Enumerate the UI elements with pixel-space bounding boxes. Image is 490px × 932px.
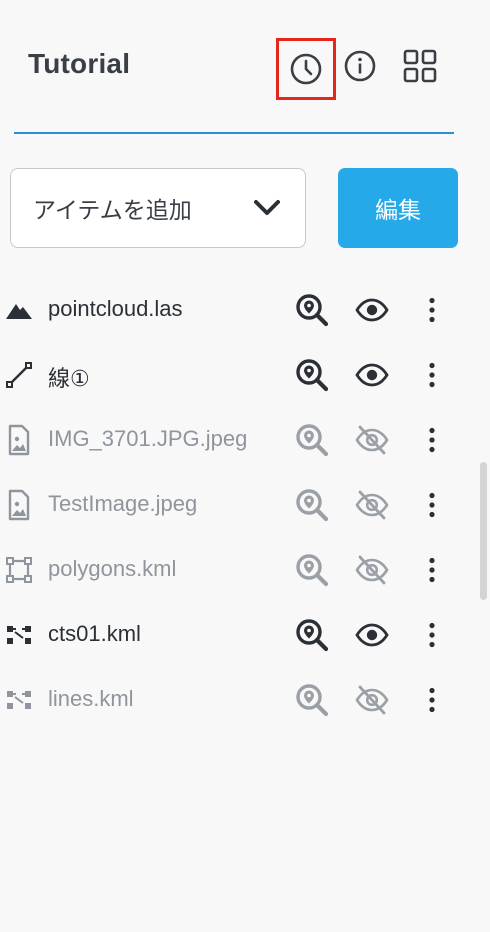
- item-name: lines.kml: [48, 686, 134, 711]
- chevron-down-icon: [254, 200, 280, 215]
- grid-icon: [403, 49, 437, 83]
- item-name: pointcloud.las: [48, 296, 183, 321]
- eye-off-icon[interactable]: [354, 552, 390, 588]
- edit-button[interactable]: 編集: [338, 168, 458, 248]
- points-icon: [4, 683, 34, 717]
- history-button[interactable]: [276, 38, 336, 100]
- add-item-dropdown[interactable]: アイテムを追加: [10, 168, 306, 248]
- more-options-icon[interactable]: [418, 682, 446, 718]
- header-divider: [14, 132, 454, 134]
- list-item[interactable]: lines.kml: [0, 668, 470, 733]
- scrollbar[interactable]: [480, 462, 487, 600]
- zoom-to-location-icon[interactable]: [294, 552, 330, 588]
- eye-off-icon[interactable]: [354, 487, 390, 523]
- item-name: TestImage.jpeg: [48, 491, 198, 516]
- zoom-to-location-icon[interactable]: [294, 487, 330, 523]
- eye-icon[interactable]: [354, 292, 390, 328]
- info-button[interactable]: [340, 44, 380, 88]
- list-item[interactable]: 線①: [0, 343, 470, 408]
- mountain-icon: [4, 293, 34, 327]
- eye-icon[interactable]: [354, 357, 390, 393]
- zoom-to-location-icon[interactable]: [294, 617, 330, 653]
- zoom-to-location-icon[interactable]: [294, 422, 330, 458]
- more-options-icon[interactable]: [418, 552, 446, 588]
- more-options-icon[interactable]: [418, 487, 446, 523]
- page-title: Tutorial: [28, 48, 131, 79]
- polygon-icon: [4, 553, 34, 587]
- more-options-icon[interactable]: [418, 422, 446, 458]
- zoom-to-location-icon[interactable]: [294, 292, 330, 328]
- item-name: 線①: [48, 366, 90, 391]
- list-item[interactable]: TestImage.jpeg: [0, 473, 470, 538]
- zoom-to-location-icon[interactable]: [294, 682, 330, 718]
- points-icon: [4, 618, 34, 652]
- image-icon: [4, 423, 34, 457]
- info-icon: [344, 50, 376, 82]
- add-item-label: アイテムを追加: [33, 197, 192, 223]
- grid-view-button[interactable]: [400, 44, 440, 88]
- item-name: IMG_3701.JPG.jpeg: [48, 426, 248, 451]
- item-name: polygons.kml: [48, 556, 177, 581]
- history-icon: [290, 53, 322, 85]
- eye-off-icon[interactable]: [354, 422, 390, 458]
- eye-off-icon[interactable]: [354, 682, 390, 718]
- more-options-icon[interactable]: [418, 617, 446, 653]
- list-item[interactable]: cts01.kml: [0, 603, 470, 668]
- item-list: pointcloud.las 線① IMG_3701.JPG.jpeg TestIma…: [0, 278, 470, 733]
- more-options-icon[interactable]: [418, 292, 446, 328]
- zoom-to-location-icon[interactable]: [294, 357, 330, 393]
- image-icon: [4, 488, 34, 522]
- more-options-icon[interactable]: [418, 357, 446, 393]
- list-item[interactable]: pointcloud.las: [0, 278, 470, 343]
- list-item[interactable]: IMG_3701.JPG.jpeg: [0, 408, 470, 473]
- item-name: cts01.kml: [48, 621, 141, 646]
- list-item[interactable]: polygons.kml: [0, 538, 470, 603]
- line-icon: [4, 358, 34, 392]
- eye-icon[interactable]: [354, 617, 390, 653]
